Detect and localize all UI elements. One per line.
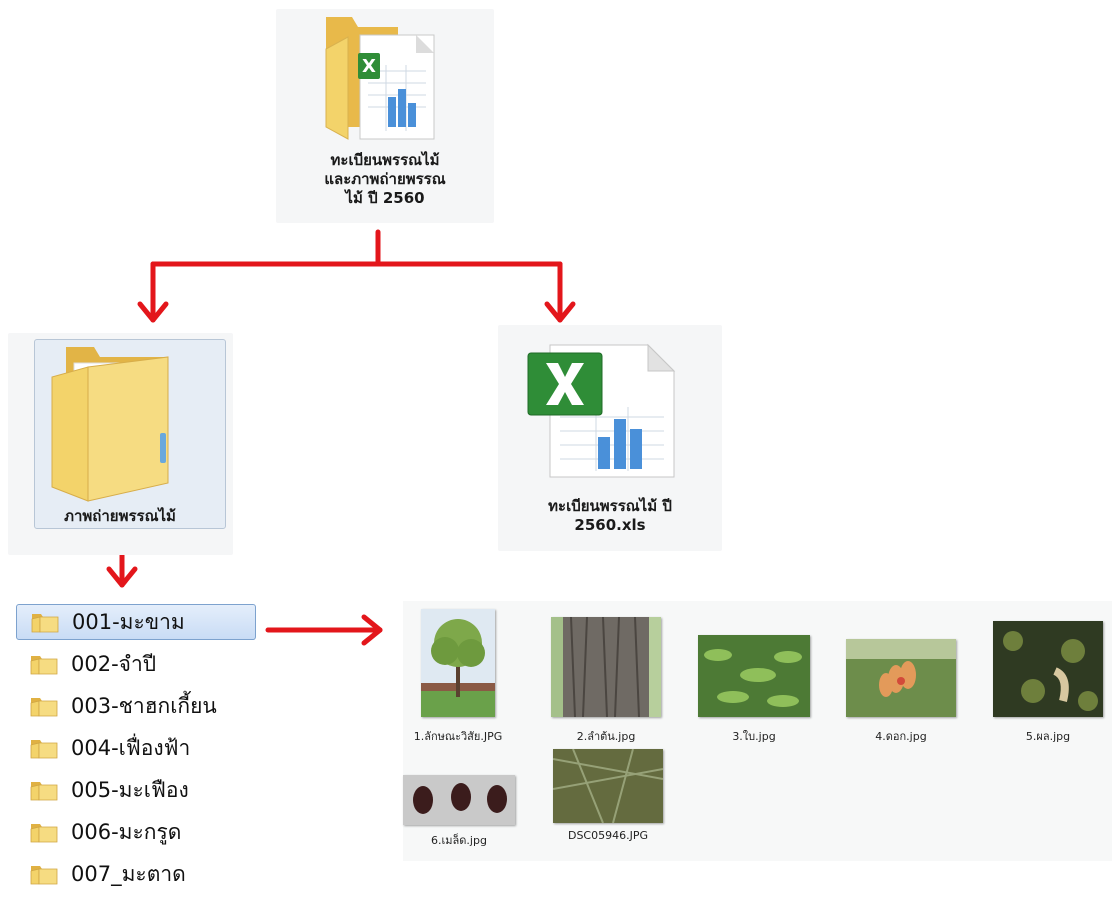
photo-filename: 1.ลักษณะวิสัย.JPG — [413, 730, 503, 743]
folder-icon — [51, 347, 169, 502]
folder-list-item-label: 005-มะเฟือง — [71, 777, 189, 802]
photo-filename: DSC05946.JPG — [567, 829, 649, 842]
photo-filename: 2.ลำต้น.jpg — [576, 730, 636, 743]
folder-icon — [29, 695, 59, 717]
root-folder-node[interactable]: X ทะเบียนพรรณไม้ และภาพถ่ายพรรณ ไม้ ปี 2… — [276, 9, 494, 223]
folder-list-item[interactable]: 002-จำปี — [16, 646, 256, 682]
photo-image-leaves — [698, 635, 810, 717]
excel-file-icon — [527, 343, 676, 478]
folder-list-item-label: 004-เฟื่องฟ้า — [71, 735, 191, 760]
folder-list-item-label: 003-ชาฮกเกี้ยน — [71, 693, 217, 718]
folder-list-item-label: 001-มะขาม — [72, 609, 185, 634]
photo-image-bark — [551, 617, 661, 717]
folder-list: 001-มะขาม 002-จำปี 003-ชาฮกเกี้ยน 004-เฟื่อ… — [16, 598, 260, 900]
excel-file-label: ทะเบียนพรรณไม้ ปี 2560.xls — [548, 497, 672, 534]
folder-icon — [29, 653, 59, 675]
folder-list-item[interactable]: 003-ชาฮกเกี้ยน — [16, 688, 256, 724]
photo-filename: 5.ผล.jpg — [1025, 730, 1071, 743]
folder-icon — [29, 737, 59, 759]
folder-list-item[interactable]: 005-มะเฟือง — [16, 772, 256, 808]
photo-filename: 3.ใบ.jpg — [732, 730, 776, 743]
folder-list-item[interactable]: 006-มะกรูด — [16, 814, 256, 850]
folder-list-item[interactable]: 004-เฟื่องฟ้า — [16, 730, 256, 766]
folder-list-item[interactable]: 001-มะขาม — [16, 604, 256, 640]
photo-image-canopy — [553, 749, 663, 823]
folder-icon — [29, 863, 59, 885]
photo-image-flower — [846, 639, 956, 717]
folder-list-item-label: 006-มะกรูด — [71, 819, 182, 844]
folder-icon — [29, 821, 59, 843]
svg-text:X: X — [362, 56, 376, 77]
photo-filename: 6.เมล็ด.jpg — [431, 834, 487, 847]
folder-list-item-label: 007_มะตาด — [71, 861, 186, 886]
folder-list-item[interactable]: 007_มะตาด — [16, 856, 256, 892]
photo-thumbnails: 1.ลักษณะวิสัย.JPG 2.ลำต้น.jpg 3.ใบ.jpg 4.ดอ… — [403, 601, 1112, 861]
folder-icon — [29, 779, 59, 801]
folder-list-item-label: 002-จำปี — [71, 651, 157, 676]
photo-image-fruit — [993, 621, 1103, 717]
photo-filename: 4.ดอก.jpg — [875, 730, 927, 743]
folder-icon — [30, 611, 60, 633]
photos-folder-label: ภาพถ่ายพรรณไม้ — [64, 507, 176, 525]
excel-file-node[interactable]: ทะเบียนพรรณไม้ ปี 2560.xls — [498, 325, 722, 551]
root-folder-label: ทะเบียนพรรณไม้ และภาพถ่ายพรรณ ไม้ ปี 256… — [324, 151, 446, 207]
photo-image-seeds — [403, 775, 515, 825]
photos-folder-node[interactable]: ภาพถ่ายพรรณไม้ — [8, 333, 233, 555]
photo-image-tree — [421, 609, 495, 717]
